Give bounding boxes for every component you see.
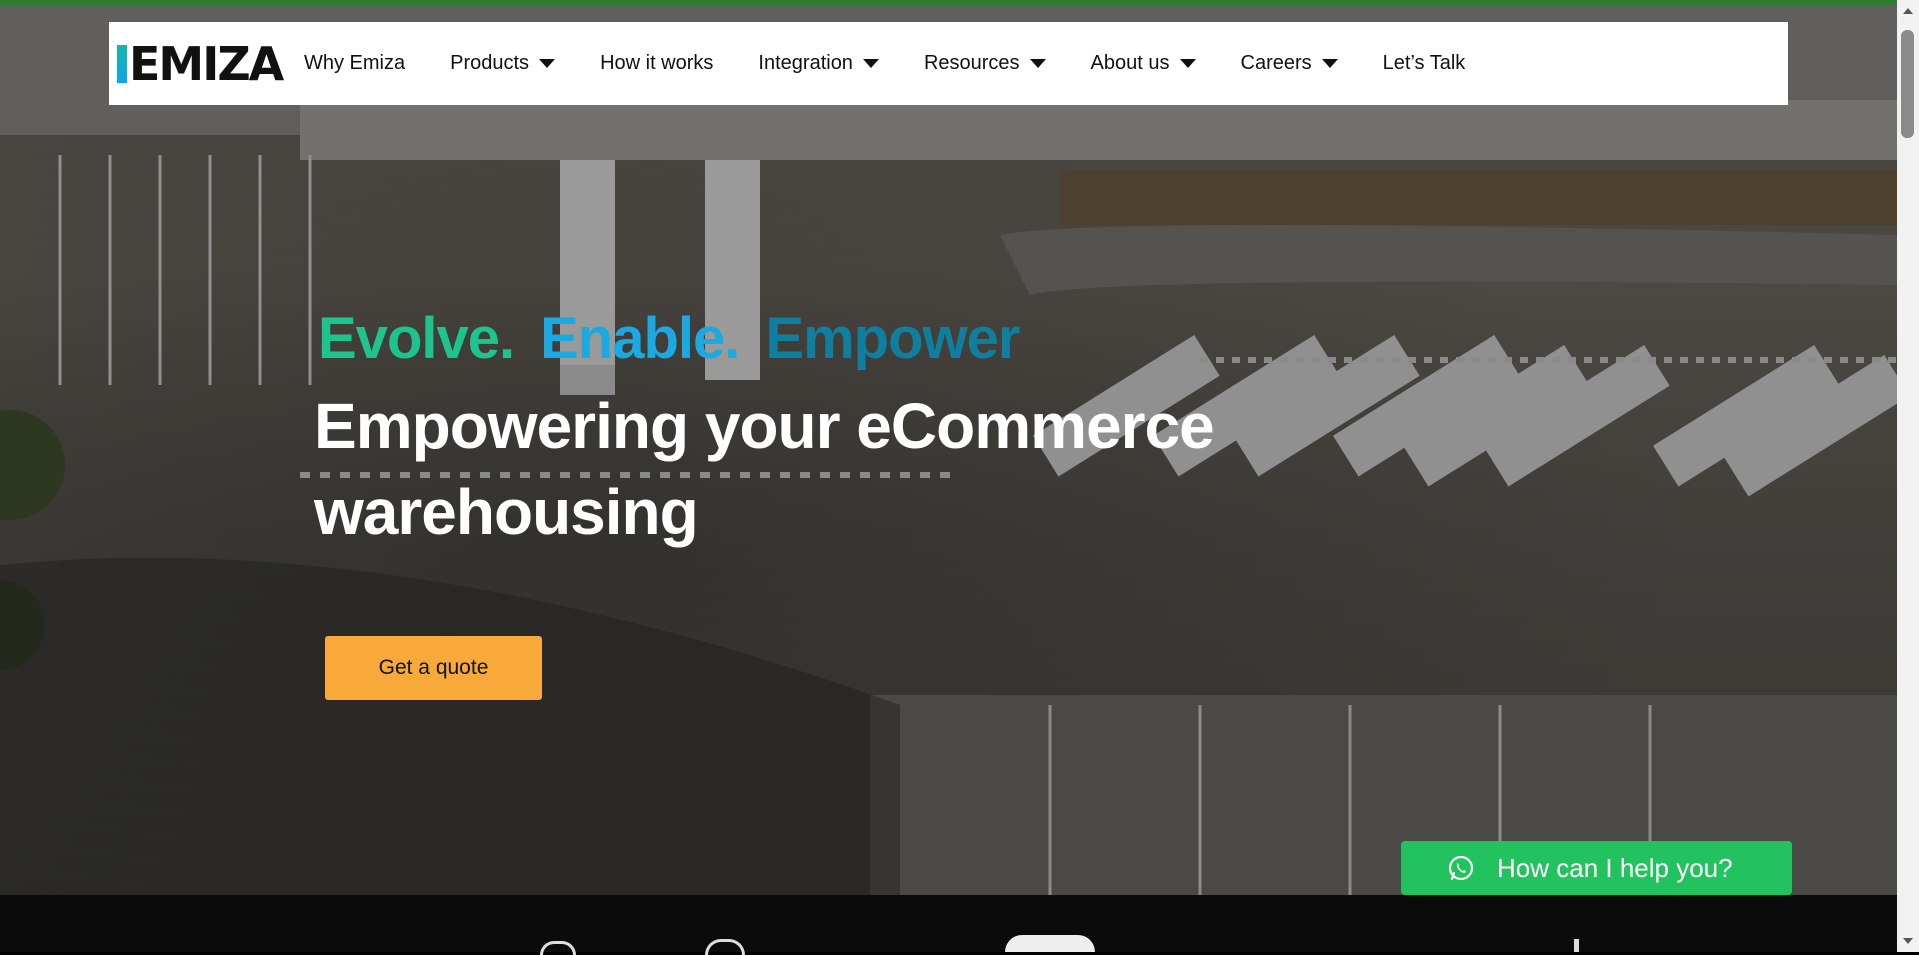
nav-item-why-emiza[interactable]: Why Emiza bbox=[304, 52, 405, 75]
nav-item-label: Integration bbox=[758, 52, 853, 74]
emiza-logo[interactable]: EMIZA bbox=[117, 37, 284, 91]
scrollbar-thumb[interactable] bbox=[1901, 30, 1914, 138]
chevron-down-icon bbox=[1029, 59, 1046, 68]
nav-item-label: Products bbox=[450, 52, 530, 74]
main-navigation: EMIZA Why Emiza Products How it works In… bbox=[109, 22, 1788, 105]
tagline-word-enable: Enable. bbox=[540, 306, 740, 371]
nav-item-label: About us bbox=[1090, 52, 1170, 74]
nav-item-how-it-works[interactable]: How it works bbox=[600, 52, 713, 75]
logo-accent-bar bbox=[117, 45, 127, 83]
nav-item-label: Why Emiza bbox=[304, 52, 406, 74]
whatsapp-chat-button[interactable]: How can I help you? bbox=[1401, 841, 1792, 895]
get-a-quote-button[interactable]: Get a quote bbox=[325, 636, 542, 700]
hero-headline: Empowering your eCommerce warehousing bbox=[314, 390, 1215, 548]
vertical-scrollbar[interactable] bbox=[1897, 0, 1919, 952]
tagline-word-evolve: Evolve. bbox=[318, 306, 515, 371]
nav-item-resources[interactable]: Resources bbox=[924, 52, 1046, 75]
nav-item-label: Careers bbox=[1240, 52, 1312, 74]
nav-item-label: How it works bbox=[600, 52, 714, 74]
nav-item-lets-talk[interactable]: Let’s Talk bbox=[1383, 52, 1466, 75]
hero-section: Evolve. Enable. Empower Empowering your eC… bbox=[0, 5, 1897, 895]
scroll-down-arrow-icon[interactable] bbox=[1903, 938, 1913, 944]
nav-menu: Why Emiza Products How it works Integrat… bbox=[304, 22, 1465, 105]
nav-item-about-us[interactable]: About us bbox=[1091, 52, 1196, 75]
chevron-down-icon bbox=[1179, 59, 1196, 68]
nav-item-label: Resources bbox=[923, 52, 1020, 74]
tagline-word-empower: Empower bbox=[765, 306, 1020, 371]
client-logo bbox=[705, 939, 745, 955]
client-logos-strip bbox=[0, 895, 1897, 955]
chevron-down-icon bbox=[539, 59, 556, 68]
nav-item-products[interactable]: Products bbox=[450, 52, 556, 75]
logo-text: EMIZA bbox=[129, 37, 284, 91]
hero-tagline: Evolve. Enable. Empower bbox=[318, 305, 1045, 372]
client-logo bbox=[1574, 939, 1579, 952]
whatsapp-icon bbox=[1448, 855, 1474, 881]
client-logo bbox=[540, 941, 576, 955]
client-logo bbox=[1005, 935, 1095, 952]
chevron-down-icon bbox=[1321, 59, 1338, 68]
chat-button-label: How can I help you? bbox=[1497, 852, 1733, 883]
nav-item-careers[interactable]: Careers bbox=[1241, 52, 1338, 75]
nav-item-integration[interactable]: Integration bbox=[758, 52, 879, 75]
nav-item-label: Let’s Talk bbox=[1382, 52, 1466, 74]
scroll-up-arrow-icon[interactable] bbox=[1903, 8, 1913, 14]
chevron-down-icon bbox=[862, 59, 879, 68]
